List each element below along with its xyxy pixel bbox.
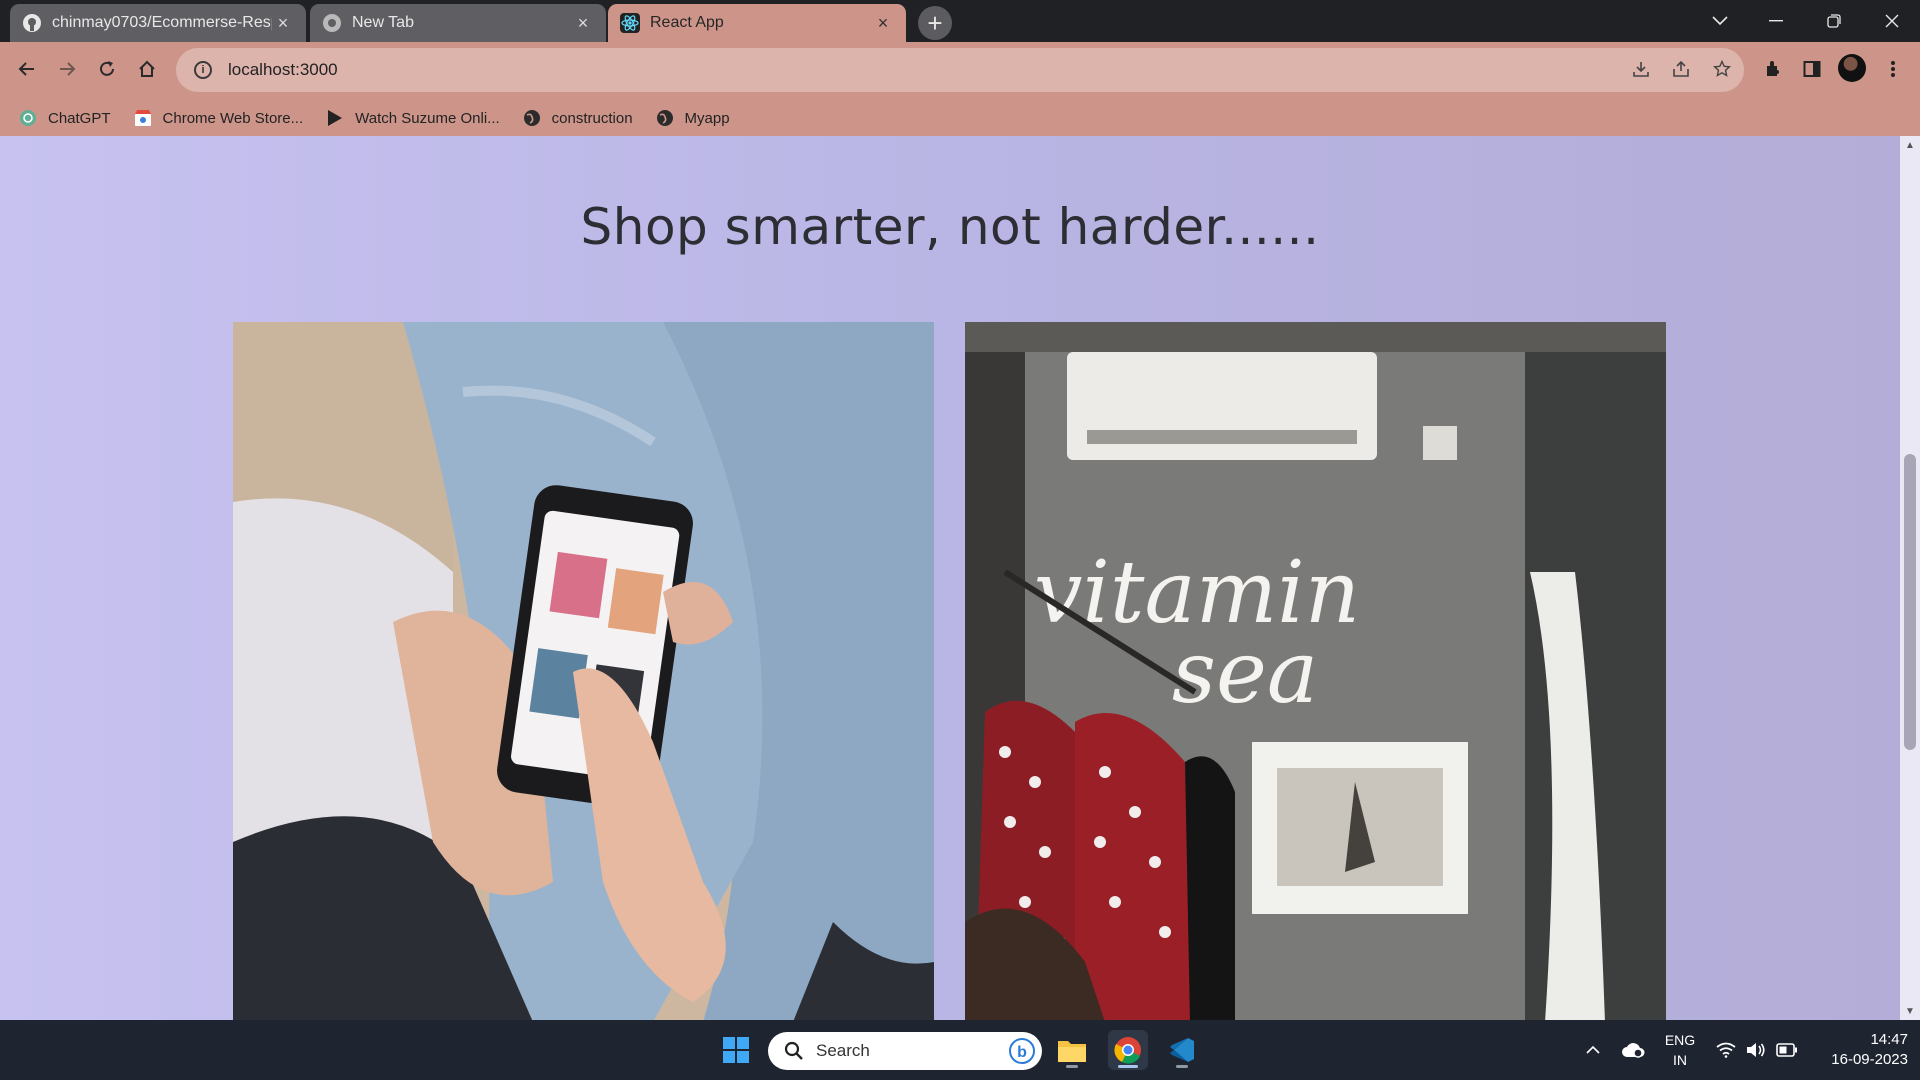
forward-arrow-icon[interactable] [49,51,85,87]
play-icon [325,108,345,128]
bookmark-label: ChatGPT [48,109,111,127]
web-page: Shop smarter, not harder...... vitamin s… [0,136,1900,1020]
file-explorer-icon[interactable] [1052,1030,1092,1070]
tab-github[interactable]: chinmay0703/Ecommerse-Respo × [10,4,306,42]
page-headline: Shop smarter, not harder...... [580,198,1320,256]
language-region: IN [1673,1052,1687,1068]
close-icon[interactable]: × [272,12,294,34]
bookmark-construction[interactable]: construction [522,108,633,128]
bookmark-label: Chrome Web Store... [162,109,304,127]
vscode-icon[interactable] [1162,1030,1202,1070]
bookmark-label: Watch Suzume Onli... [355,109,500,127]
new-tab-button[interactable]: + [918,6,952,40]
scrollbar-thumb[interactable] [1904,454,1916,750]
bookmark-myapp[interactable]: Myapp [655,108,730,128]
taskbar-clock[interactable]: 14:47 16-09-2023 [1808,1030,1908,1070]
tab-react-app[interactable]: React App × [608,4,906,42]
close-icon[interactable]: × [572,12,594,34]
globe-icon [522,108,542,128]
tab-label: New Tab [352,14,414,31]
neon-sign-line2: sea [1172,623,1318,723]
github-icon [22,13,42,33]
bookmark-star-icon[interactable] [1707,54,1737,84]
bookmark-chatgpt[interactable]: ChatGPT [18,108,111,128]
phone-shopping-photo [233,322,934,1020]
chatgpt-icon [18,108,38,128]
windows-start-icon[interactable] [716,1030,756,1070]
profile-avatar[interactable] [1838,54,1866,82]
minimize-icon[interactable] [1748,0,1804,42]
close-icon[interactable]: × [872,12,894,34]
close-window-icon[interactable] [1864,0,1920,42]
language-code: ENG [1664,1032,1696,1048]
react-icon [620,13,640,33]
bookmark-label: construction [551,109,633,127]
battery-icon[interactable] [1772,1020,1802,1080]
menu-kebab-icon[interactable] [1876,52,1910,86]
scroll-up-arrow-icon[interactable]: ▲ [1900,136,1920,154]
vertical-scrollbar[interactable]: ▲ ▼ [1900,136,1920,1020]
reload-icon[interactable] [89,51,125,87]
svg-text:b: b [1017,1044,1027,1061]
windows-taskbar: Search b ENG IN 14:47 16-09-2023 [0,1020,1920,1080]
clock-date: 16-09-2023 [1831,1051,1908,1068]
search-icon [784,1041,804,1061]
chrome-taskbar-icon[interactable] [1108,1030,1148,1070]
tab-strip: chinmay0703/Ecommerse-Respo × New Tab × … [0,0,1920,42]
clock-time: 14:47 [1870,1031,1908,1048]
search-placeholder: Search [816,1041,870,1060]
bookmark-chrome-web-store[interactable]: Chrome Web Store... [133,108,304,128]
tab-new-tab[interactable]: New Tab × [310,4,606,42]
share-icon[interactable] [1666,54,1696,84]
show-hidden-icons-chevron-icon[interactable] [1578,1020,1608,1080]
address-bar[interactable]: i localhost:3000 [176,48,1744,92]
wifi-icon[interactable] [1712,1020,1740,1080]
taskbar-search-box[interactable]: Search b [768,1032,1042,1070]
tab-label: React App [650,14,724,31]
bing-icon[interactable]: b [1008,1037,1036,1065]
side-panel-icon[interactable] [1795,52,1829,86]
globe-icon [655,108,675,128]
volume-icon[interactable] [1742,1020,1770,1080]
site-info-icon[interactable]: i [194,61,212,79]
url-text: localhost:3000 [228,60,338,79]
extensions-icon[interactable] [1756,52,1790,86]
tab-label: chinmay0703/Ecommerse-Respo [52,14,272,31]
language-indicator[interactable]: ENG IN [1660,1030,1700,1070]
bookmark-watch-suzume[interactable]: Watch Suzume Onli... [325,108,500,128]
install-app-icon[interactable] [1626,54,1656,84]
chrome-icon [322,13,342,33]
chrome-web-store-icon [133,108,153,128]
onedrive-cloud-icon[interactable] [1616,1020,1650,1080]
clothing-store-photo: vitamin sea [965,322,1666,1020]
bookmark-label: Myapp [684,109,730,127]
restore-icon[interactable] [1806,0,1862,42]
back-arrow-icon[interactable] [9,51,45,87]
scroll-down-arrow-icon[interactable]: ▼ [1900,1002,1920,1020]
bookmarks-bar: ChatGPT Chrome Web Store... Watch Suzume… [0,100,1920,136]
home-icon[interactable] [129,51,165,87]
tab-search-chevron-icon[interactable] [1692,0,1748,42]
